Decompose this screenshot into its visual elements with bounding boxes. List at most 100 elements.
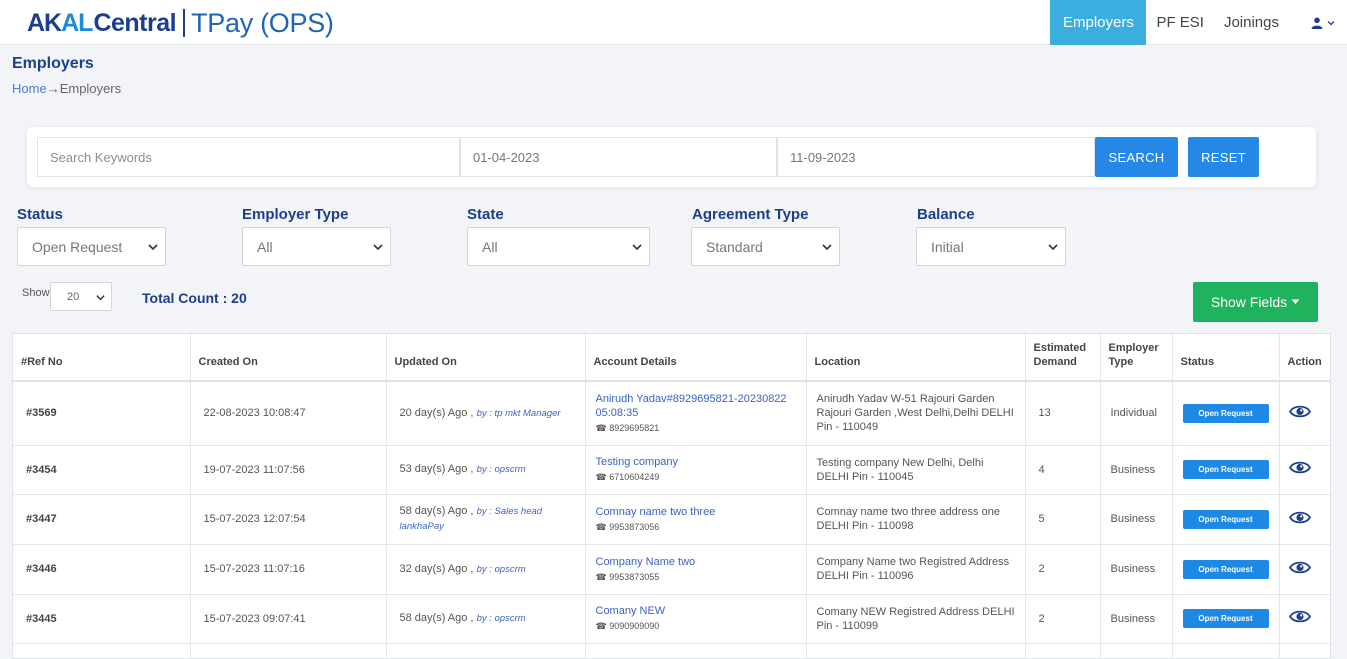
view-eye-icon[interactable] <box>1288 609 1311 624</box>
employer-type-cell: Business <box>1100 594 1173 644</box>
status-badge[interactable]: Open Request <box>1182 509 1269 529</box>
account-details-cell: Company Name two ☎ 9953873055 <box>585 544 807 595</box>
reset-button[interactable]: RESET <box>1188 137 1259 177</box>
state-filter-value: All <box>482 238 498 255</box>
updated-by: by : opscrm <box>476 464 526 475</box>
brand-akal: AKAL <box>27 8 93 37</box>
employers-table: #Ref No Created On Updated On Account De… <box>12 333 1331 659</box>
page-size-select[interactable]: 20 <box>50 282 112 311</box>
nav-joinings[interactable]: Joinings <box>1214 0 1289 45</box>
account-link[interactable]: Anirudh Yadav#8929695821-20230822 05:08:… <box>596 392 798 420</box>
page-size-value: 20 <box>67 290 80 303</box>
account-link[interactable]: Testing company <box>596 455 798 469</box>
location-cell: Company Name two Registred Address DELHI… <box>806 544 1026 595</box>
col-header-action: Action <box>1279 334 1330 382</box>
employer-type-filter-label: Employer Type <box>242 206 349 223</box>
brand-logo[interactable]: AKAL Central TPay (OPS) <box>27 6 334 40</box>
empty-cell <box>190 643 387 658</box>
chevron-down-icon <box>822 244 832 251</box>
chevron-down-icon <box>96 295 105 301</box>
status-badge[interactable]: Open Request <box>1182 609 1269 628</box>
updated-by: by : tp mkt Manager <box>476 407 561 419</box>
created-on-cell: 22-08-2023 10:08:47 <box>190 381 387 446</box>
account-phone: ☎ 9090909090 <box>595 621 660 631</box>
balance-filter-label: Balance <box>917 206 975 223</box>
agreement-type-filter-select[interactable]: Standard <box>691 227 840 266</box>
col-header-ref-no[interactable]: #Ref No <box>13 334 191 382</box>
status-cell: Open Request <box>1172 494 1280 545</box>
nav-employers[interactable]: Employers <box>1050 0 1147 45</box>
col-header-estimated-demand[interactable]: Estimated Demand <box>1025 334 1101 382</box>
view-eye-icon[interactable] <box>1288 404 1311 419</box>
col-header-employer-type[interactable]: Employer Type <box>1100 334 1173 382</box>
total-count: Total Count : 20 <box>142 290 247 306</box>
account-phone: ☎ 9953873056 <box>595 521 660 532</box>
employer-type-cell: Business <box>1100 445 1173 495</box>
employer-type-filter-value: All <box>257 238 273 255</box>
account-link[interactable]: Comany NEW <box>596 604 798 618</box>
brand-divider <box>183 9 186 37</box>
status-cell: Open Request <box>1172 445 1280 495</box>
from-date-input[interactable]: 01-04-2023 <box>460 137 777 177</box>
updated-by: by : opscrm <box>476 613 526 624</box>
action-cell <box>1279 544 1330 595</box>
account-link[interactable]: Comnay name two three <box>596 505 798 519</box>
chevron-down-icon <box>1048 244 1058 251</box>
to-date-input[interactable]: 11-09-2023 <box>777 137 1095 177</box>
view-eye-icon[interactable] <box>1288 510 1311 525</box>
updated-on-cell: 32 day(s) Ago , by : opscrm <box>386 544 586 595</box>
chevron-down-icon <box>1327 20 1335 25</box>
state-filter-select[interactable]: All <box>467 227 650 266</box>
status-badge[interactable]: Open Request <box>1182 460 1269 479</box>
account-details-cell: Comnay name two three ☎ 9953873056 <box>585 494 807 545</box>
state-filter-label: State <box>467 206 504 223</box>
estimated-demand-cell: 13 <box>1025 381 1101 446</box>
account-phone: ☎ 9953873055 <box>595 571 660 582</box>
col-header-status[interactable]: Status <box>1172 334 1280 382</box>
balance-filter-select[interactable]: Initial <box>916 227 1066 266</box>
action-cell <box>1279 494 1330 545</box>
account-details-cell: Comany NEW ☎ 9090909090 <box>585 594 807 644</box>
updated-ago: 53 day(s) Ago , <box>399 463 474 475</box>
created-on-cell: 15-07-2023 12:07:54 <box>190 494 387 545</box>
created-on-cell: 15-07-2023 09:07:41 <box>190 594 387 644</box>
account-link[interactable]: Company Name two <box>596 555 798 569</box>
updated-on-cell: 20 day(s) Ago , by : tp mkt Manager <box>386 381 586 446</box>
chevron-down-icon <box>632 244 642 251</box>
estimated-demand-cell: 2 <box>1025 594 1101 644</box>
account-details-cell: Testing company ☎ 6710604249 <box>585 445 807 495</box>
updated-ago: 58 day(s) Ago , <box>399 612 474 624</box>
status-filter-label: Status <box>17 206 63 223</box>
col-header-updated-on[interactable]: Updated On <box>386 334 586 382</box>
table-row: #3454 19-07-2023 11:07:56 53 day(s) Ago … <box>13 445 1330 495</box>
view-eye-icon[interactable] <box>1288 460 1311 475</box>
search-panel: Search Keywords 01-04-2023 11-09-2023 SE… <box>27 127 1316 187</box>
view-eye-icon[interactable] <box>1288 560 1311 575</box>
show-fields-button[interactable]: Show Fields <box>1193 282 1318 322</box>
status-filter-value: Open Request <box>32 238 123 255</box>
status-badge[interactable]: Open Request <box>1182 403 1269 423</box>
caret-down-icon <box>1291 299 1300 304</box>
table-row: #3447 15-07-2023 12:07:54 58 day(s) Ago … <box>13 494 1330 545</box>
table-row-partial <box>13 643 1330 658</box>
account-phone: ☎ 6710604249 <box>595 472 660 482</box>
empty-cell <box>1172 643 1280 658</box>
status-filter-select[interactable]: Open Request <box>17 227 166 266</box>
user-menu[interactable] <box>1289 0 1347 45</box>
employer-type-filter-select[interactable]: All <box>242 227 391 266</box>
col-header-account-details[interactable]: Account Details <box>585 334 807 382</box>
search-button[interactable]: SEARCH <box>1095 137 1178 177</box>
main-nav: Employers PF ESI Joinings <box>1050 0 1347 45</box>
ref-no-cell: #3446 <box>13 544 191 595</box>
col-header-location[interactable]: Location <box>806 334 1026 382</box>
nav-pf-esi[interactable]: PF ESI <box>1146 0 1214 45</box>
table-header-row: #Ref No Created On Updated On Account De… <box>13 334 1330 382</box>
created-on-cell: 15-07-2023 11:07:16 <box>190 544 387 595</box>
action-cell <box>1279 594 1330 644</box>
search-keywords-input[interactable]: Search Keywords <box>37 137 460 177</box>
status-badge[interactable]: Open Request <box>1182 559 1269 579</box>
table-row: #3445 15-07-2023 09:07:41 58 day(s) Ago … <box>13 594 1330 644</box>
breadcrumb-home[interactable]: Home <box>12 81 47 96</box>
col-header-created-on[interactable]: Created On <box>190 334 387 382</box>
created-on-cell: 19-07-2023 11:07:56 <box>190 445 387 495</box>
